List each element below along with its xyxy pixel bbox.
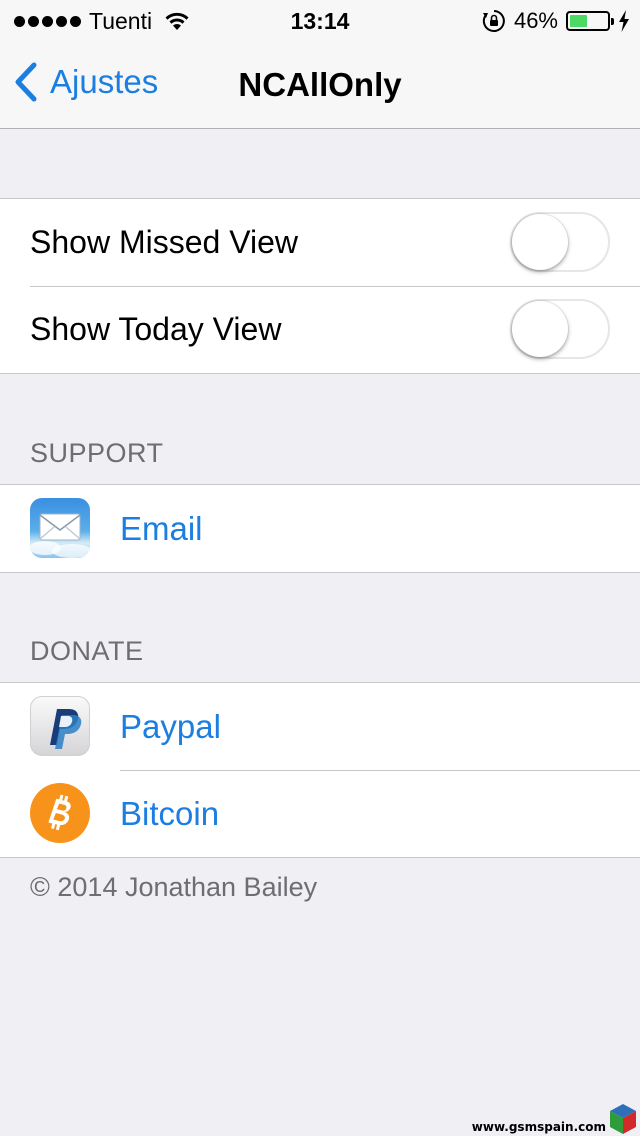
show-today-view-switch[interactable] bbox=[510, 299, 610, 359]
donate-group: Paypal Bitcoin bbox=[0, 682, 640, 858]
orientation-lock-icon bbox=[482, 10, 505, 32]
copyright-footer: © 2014 Jonathan Bailey bbox=[30, 872, 318, 902]
switch-knob bbox=[512, 301, 568, 357]
switch-knob bbox=[512, 214, 568, 270]
toggles-group: Show Missed View Show Today View bbox=[0, 198, 640, 374]
section-header-donate: DONATE bbox=[30, 636, 144, 666]
email-link[interactable]: Email bbox=[120, 510, 203, 548]
status-bar: Tuenti 13:14 46% bbox=[0, 0, 640, 40]
toggle-label: Show Missed View bbox=[30, 224, 298, 260]
support-group: Email bbox=[0, 484, 640, 573]
battery-percent: 46% bbox=[513, 8, 558, 33]
paypal-icon bbox=[30, 696, 90, 756]
toggle-row-missed-view: Show Missed View bbox=[0, 199, 640, 286]
toggle-row-today-view: Show Today View bbox=[0, 286, 640, 373]
email-row[interactable]: Email bbox=[0, 485, 640, 572]
status-bar-right: 46% bbox=[482, 8, 630, 34]
watermark-text: www.gsmspain.com bbox=[471, 1120, 606, 1134]
page-title: NCAllOnly bbox=[238, 66, 402, 103]
show-missed-view-switch[interactable] bbox=[510, 212, 610, 272]
charging-bolt-icon bbox=[619, 10, 629, 32]
bitcoin-link[interactable]: Bitcoin bbox=[120, 795, 219, 833]
battery-icon bbox=[566, 11, 614, 31]
paypal-row[interactable]: Paypal bbox=[0, 683, 640, 770]
toggle-label: Show Today View bbox=[30, 311, 282, 347]
gsmspain-logo-icon bbox=[610, 1104, 636, 1134]
navigation-bar: Ajustes NCAllOnly bbox=[0, 40, 640, 129]
paypal-link[interactable]: Paypal bbox=[120, 708, 221, 746]
watermark: www.gsmspain.com bbox=[472, 1104, 636, 1134]
bitcoin-row[interactable]: Bitcoin bbox=[0, 770, 640, 857]
section-header-support: SUPPORT bbox=[30, 438, 164, 468]
battery-fill bbox=[570, 15, 587, 27]
mail-app-icon bbox=[30, 498, 90, 558]
bitcoin-icon bbox=[30, 783, 90, 843]
